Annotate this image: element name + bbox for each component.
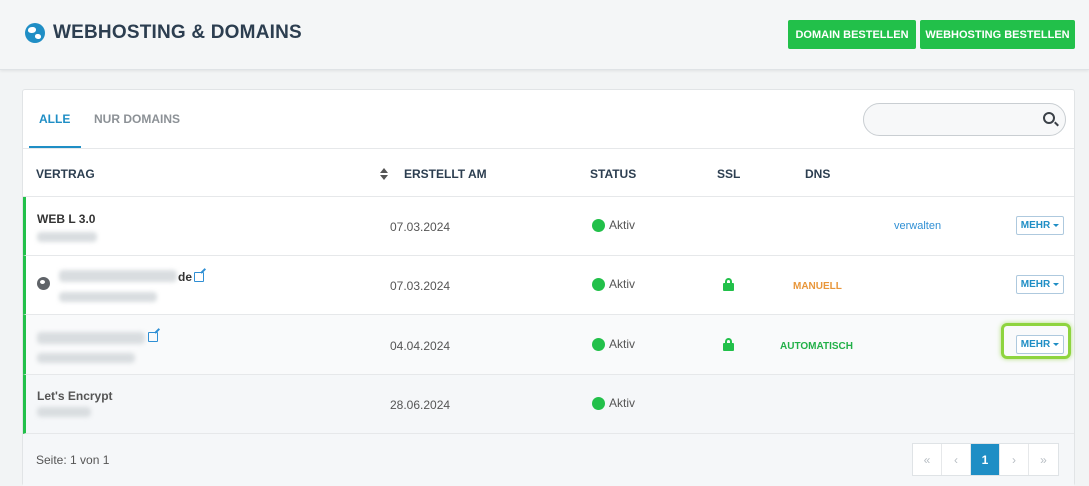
page-header: WEBHOSTING & DOMAINS DOMAIN BESTELLEN WE… — [0, 0, 1089, 70]
page-info: Seite: 1 von 1 — [36, 453, 110, 467]
redacted-domain — [59, 270, 177, 282]
pagination: « ‹ 1 › » — [912, 443, 1059, 476]
more-button[interactable]: MEHR — [1016, 216, 1064, 235]
column-contract[interactable]: VERTRAG — [36, 167, 95, 181]
column-dns: DNS — [805, 167, 831, 181]
column-created: ERSTELLT AM — [404, 167, 487, 181]
page-title: WEBHOSTING & DOMAINS — [53, 22, 302, 43]
created-date: 28.06.2024 — [390, 398, 451, 412]
status-badge: Aktiv — [592, 337, 635, 351]
column-status: STATUS — [590, 167, 637, 181]
external-link-icon[interactable] — [194, 272, 204, 282]
created-date: 07.03.2024 — [390, 220, 451, 234]
manage-link[interactable]: verwalten — [894, 220, 941, 232]
more-label: MEHR — [1020, 220, 1051, 231]
title-wrap: WEBHOSTING & DOMAINS — [25, 22, 302, 44]
tab-all[interactable]: ALLE — [39, 112, 70, 126]
table-row: Let's Encrypt 28.06.2024 Aktiv — [23, 375, 1074, 434]
focus-highlight — [1001, 323, 1071, 359]
tab-domains-only[interactable]: NUR DOMAINS — [94, 112, 180, 126]
table-row: 04.04.2024 Aktiv AUTOMATISCH MEHR — [23, 315, 1074, 375]
status-text: Aktiv — [609, 218, 636, 232]
lock-icon — [723, 338, 734, 351]
external-link-icon[interactable] — [148, 332, 158, 342]
next-page-button[interactable]: › — [1000, 444, 1029, 475]
search-input[interactable] — [863, 103, 1066, 136]
lock-icon — [723, 278, 734, 291]
active-tab-indicator — [29, 146, 81, 148]
status-text: Aktiv — [609, 396, 636, 410]
redacted-text — [59, 292, 157, 302]
redacted-text — [37, 353, 135, 363]
page-1-button[interactable]: 1 — [971, 444, 1000, 475]
last-page-button[interactable]: » — [1029, 444, 1058, 475]
redacted-text — [37, 407, 91, 417]
caret-down-icon — [1053, 283, 1060, 286]
order-domain-button[interactable]: DOMAIN BESTELLEN — [788, 20, 916, 49]
status-badge: Aktiv — [592, 277, 635, 291]
contract-name: WEB L 3.0 — [37, 212, 96, 226]
status-text: Aktiv — [609, 337, 636, 351]
contract-name: Let's Encrypt — [37, 389, 113, 403]
sort-icon[interactable] — [380, 168, 388, 180]
more-button[interactable]: MEHR — [1016, 275, 1064, 294]
dns-mode: MANUELL — [793, 281, 842, 292]
table-row: de 07.03.2024 Aktiv MANUELL MEHR — [23, 256, 1074, 315]
status-badge: Aktiv — [592, 218, 635, 232]
first-page-button[interactable]: « — [913, 444, 942, 475]
search-icon[interactable] — [1043, 112, 1055, 124]
status-badge: Aktiv — [592, 396, 635, 410]
domain-suffix: de — [178, 270, 193, 284]
created-date: 04.04.2024 — [390, 339, 451, 353]
order-webhosting-button[interactable]: WEBHOSTING BESTELLEN — [920, 20, 1075, 49]
table-footer: Seite: 1 von 1 « ‹ 1 › » — [23, 434, 1074, 486]
created-date: 07.03.2024 — [390, 279, 451, 293]
contracts-card: ALLE NUR DOMAINS VERTRAG ERSTELLT AM STA… — [22, 89, 1075, 486]
status-active-icon — [592, 337, 605, 351]
column-ssl: SSL — [717, 167, 741, 181]
dns-mode: AUTOMATISCH — [780, 341, 853, 352]
prev-page-button[interactable]: ‹ — [942, 444, 971, 475]
status-active-icon — [592, 218, 605, 232]
table-row: WEB L 3.0 07.03.2024 Aktiv verwalten MEH… — [23, 197, 1074, 256]
domain-globe-icon — [37, 277, 50, 290]
redacted-domain — [37, 332, 145, 344]
tab-bar: ALLE NUR DOMAINS — [23, 90, 1074, 149]
status-text: Aktiv — [609, 277, 636, 291]
status-active-icon — [592, 396, 605, 410]
redacted-text — [37, 232, 97, 242]
table-header: VERTRAG ERSTELLT AM STATUS SSL DNS — [23, 150, 1074, 197]
caret-down-icon — [1053, 224, 1060, 227]
globe-icon — [25, 23, 45, 43]
status-active-icon — [592, 277, 605, 291]
more-label: MEHR — [1020, 279, 1051, 290]
